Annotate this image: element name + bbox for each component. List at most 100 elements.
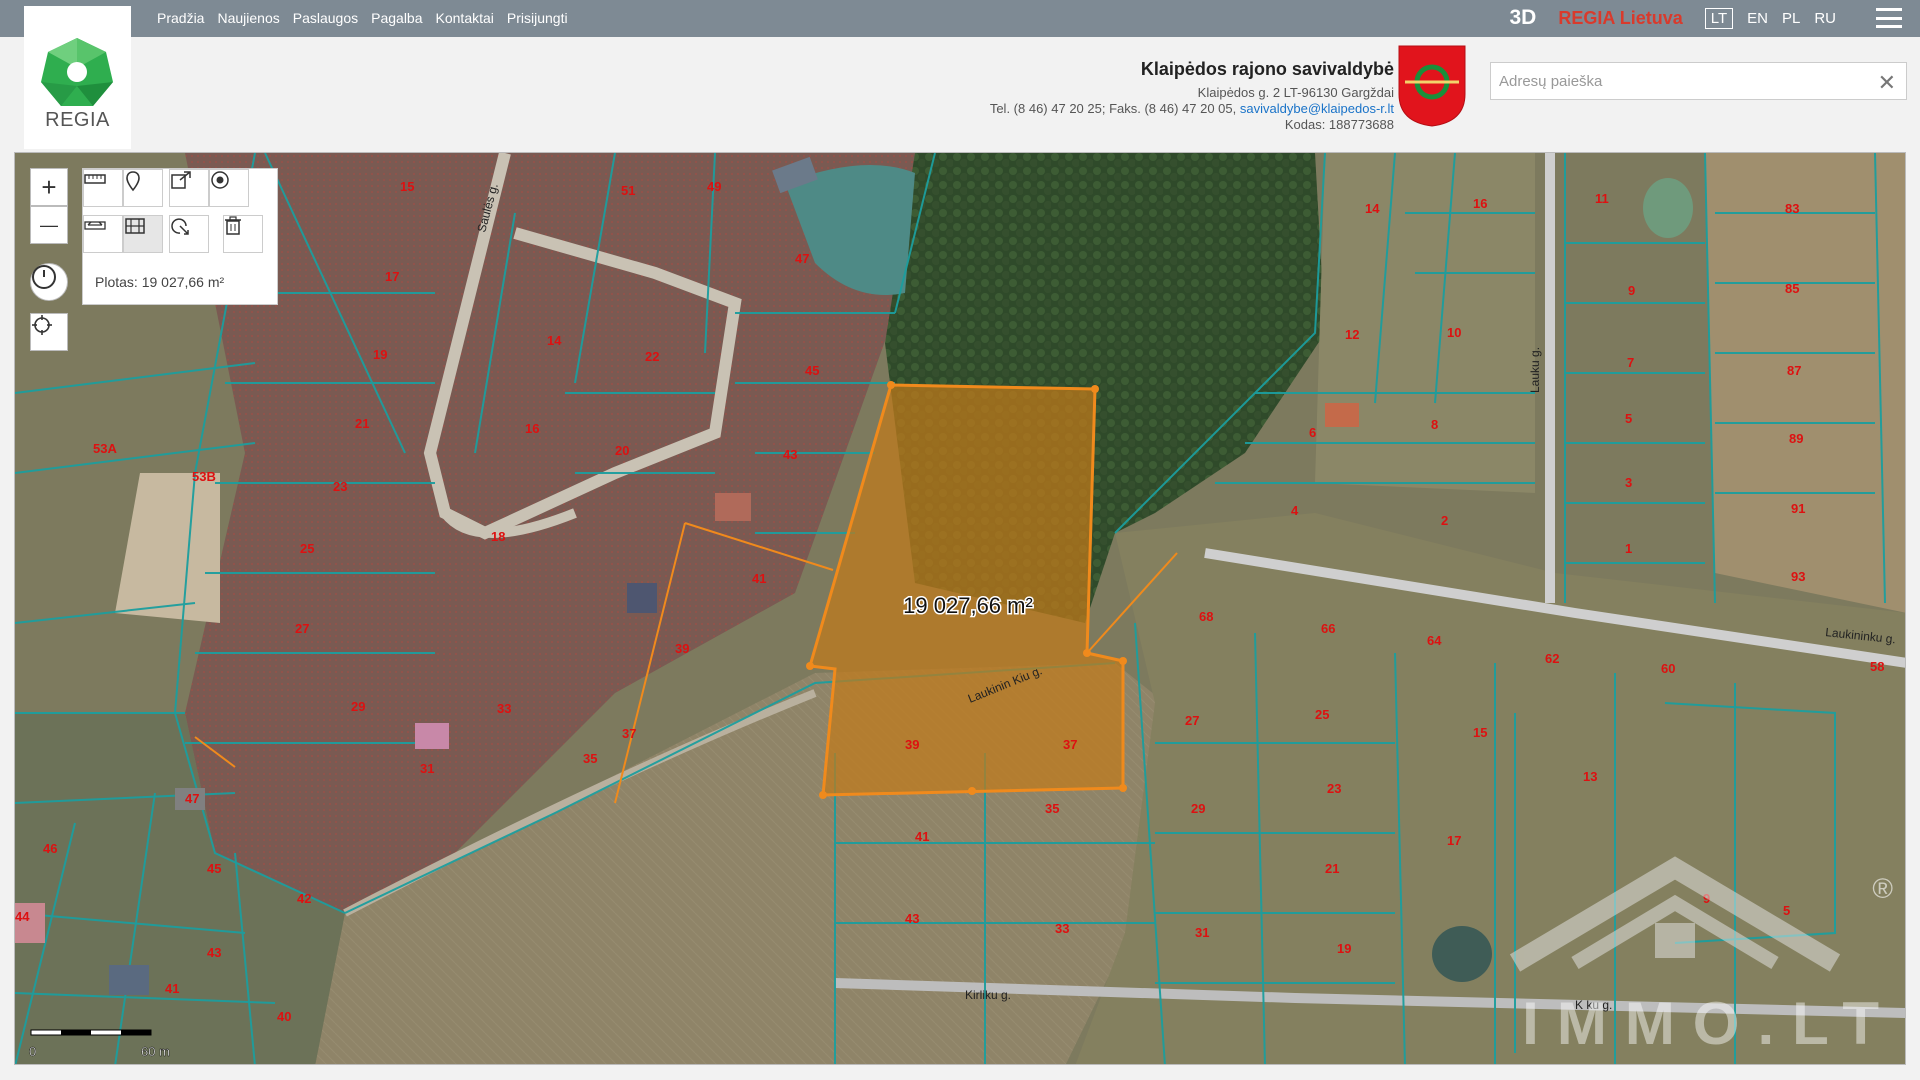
parcel-number-label: 17 xyxy=(1447,833,1461,848)
parcel-number-label: 58 xyxy=(1870,659,1884,674)
coat-of-arms-icon xyxy=(1398,45,1466,127)
point-tool[interactable] xyxy=(209,169,249,207)
parcel-number-label: 17 xyxy=(385,269,399,284)
logo-text: REGIA xyxy=(45,109,110,131)
address-search-input[interactable] xyxy=(1491,63,1906,99)
target-icon xyxy=(211,171,229,189)
lang-en[interactable]: EN xyxy=(1747,10,1768,27)
ruler-icon xyxy=(84,174,106,184)
nav-item-services[interactable]: Paslaugos xyxy=(293,10,358,26)
parcel-number-label: 42 xyxy=(297,891,311,906)
parcel-number-label: 31 xyxy=(1195,925,1209,940)
menu-icon[interactable] xyxy=(1876,8,1902,28)
parcel-number-label: 25 xyxy=(1315,707,1329,722)
parcel-number-label: 14 xyxy=(547,333,562,348)
measure-area-tool[interactable] xyxy=(123,215,163,253)
scale-distance-label: 60 m xyxy=(141,1044,170,1059)
header: REGIA Klaipėdos rajono savivaldybė Klaip… xyxy=(0,6,1920,150)
parcel-number-label: 43 xyxy=(783,447,797,462)
crosshair-icon xyxy=(32,315,52,335)
close-icon[interactable]: ✕ xyxy=(1878,70,1896,96)
parcel-number-label: 53B xyxy=(192,469,216,484)
watermark-registered-mark: ® xyxy=(1872,873,1893,904)
parcel-number-label: 60 xyxy=(1661,661,1675,676)
history-button[interactable] xyxy=(30,263,68,301)
parcel-number-label: 7 xyxy=(1627,355,1634,370)
3d-button[interactable]: 3D xyxy=(1510,6,1537,30)
parcel-number-label: 6 xyxy=(1309,425,1316,440)
parcel-number-label: 39 xyxy=(675,641,689,656)
parcel-number-label: 15 xyxy=(400,179,414,194)
parcel-number-label: 43 xyxy=(905,911,919,926)
nav-item-home[interactable]: Pradžia xyxy=(157,10,204,26)
parcel-number-label: 27 xyxy=(295,621,309,636)
parcel-number-label: 44 xyxy=(15,909,30,924)
measure-tools-panel: Plotas: 19 027,66 m² xyxy=(82,168,278,305)
measure-radius-tool[interactable] xyxy=(169,215,209,253)
parcel-number-label: 8 xyxy=(1431,417,1438,432)
share-icon xyxy=(171,171,191,189)
locate-button[interactable] xyxy=(30,313,68,351)
parcel-number-label: 64 xyxy=(1427,633,1442,648)
nav-item-contacts[interactable]: Kontaktai xyxy=(436,10,494,26)
measure-distance-tool[interactable] xyxy=(83,169,123,207)
parcel-number-label: 83 xyxy=(1785,201,1799,216)
municipality-email[interactable]: savivaldybe@klaipedos-r.lt xyxy=(1240,101,1394,116)
parcel-number-label: 46 xyxy=(43,841,57,856)
parcel-number-label: 3 xyxy=(1625,475,1632,490)
polygon-area-label: 19 027,66 m² xyxy=(903,593,1033,618)
parcel-number-label: 14 xyxy=(1365,201,1380,216)
parcel-number-label: 45 xyxy=(207,861,221,876)
municipality-address: Klaipėdos g. 2 LT-96130 Gargždai xyxy=(1197,85,1394,100)
parcel-number-label: 9 xyxy=(1628,283,1635,298)
parcel-number-label: 33 xyxy=(1055,921,1069,936)
map-pin-icon xyxy=(126,171,140,192)
parcel-number-label: 12 xyxy=(1345,327,1359,342)
parcel-number-label: 18 xyxy=(491,529,505,544)
lang-lt[interactable]: LT xyxy=(1704,7,1734,29)
parcel-number-label: 47 xyxy=(795,251,809,266)
parcel-number-label: 87 xyxy=(1787,363,1801,378)
parcel-number-label: 39 xyxy=(905,737,919,752)
brand-link[interactable]: REGIA Lietuva xyxy=(1558,8,1682,29)
parcel-number-label: 62 xyxy=(1545,651,1559,666)
parcel-number-label: 41 xyxy=(165,981,179,996)
delete-measurement-button[interactable] xyxy=(223,215,263,253)
zoom-in-button[interactable]: + xyxy=(30,168,68,206)
parcel-number-label: 16 xyxy=(1473,196,1487,211)
radius-icon xyxy=(171,218,189,235)
nav-item-help[interactable]: Pagalba xyxy=(371,10,422,26)
place-marker-tool[interactable] xyxy=(123,169,163,207)
parcel-number-label: 27 xyxy=(1185,713,1199,728)
map-canvas[interactable]: 19 027,66 m² Saulės g. Lauku g. Laukinin… xyxy=(15,153,1906,1065)
arrows-horizontal-icon xyxy=(84,221,106,230)
regia-logo[interactable]: REGIA xyxy=(24,6,131,149)
parcel-number-label: 4 xyxy=(1291,503,1299,518)
nav-item-news[interactable]: Naujienos xyxy=(217,10,279,26)
parcel-number-label: 91 xyxy=(1791,501,1805,516)
parcel-number-label: 41 xyxy=(752,571,766,586)
municipality-phones: Tel. (8 46) 47 20 25; Faks. (8 46) 47 20… xyxy=(989,101,1237,116)
zoom-out-button[interactable]: — xyxy=(30,206,68,244)
parcel-number-label: 66 xyxy=(1321,621,1335,636)
regia-logo-icon xyxy=(41,38,113,106)
parcel-number-label: 35 xyxy=(583,751,597,766)
map-view[interactable]: 19 027,66 m² Saulės g. Lauku g. Laukinin… xyxy=(14,152,1906,1065)
share-tool[interactable] xyxy=(169,169,209,207)
parcel-number-label: 29 xyxy=(1191,801,1205,816)
parcel-number-label: 49 xyxy=(707,179,721,194)
parcel-number-label: 11 xyxy=(1595,191,1609,206)
lang-ru[interactable]: RU xyxy=(1814,10,1836,27)
parcel-number-label: 19 xyxy=(373,347,387,362)
parcel-number-label: 68 xyxy=(1199,609,1213,624)
parcel-number-label: 53A xyxy=(93,441,117,456)
measure-line-tool[interactable] xyxy=(83,215,123,253)
parcel-number-label: 20 xyxy=(615,443,629,458)
parcel-number-label: 2 xyxy=(1441,513,1448,528)
nav-item-login[interactable]: Prisijungti xyxy=(507,10,568,26)
lang-pl[interactable]: PL xyxy=(1782,10,1800,27)
municipality-info: Klaipėdos rajono savivaldybė Klaipėdos g… xyxy=(990,59,1394,133)
parcel-number-label: 13 xyxy=(1583,769,1597,784)
parcel-number-label: 15 xyxy=(1473,725,1487,740)
parcel-number-label: 23 xyxy=(1327,781,1341,796)
